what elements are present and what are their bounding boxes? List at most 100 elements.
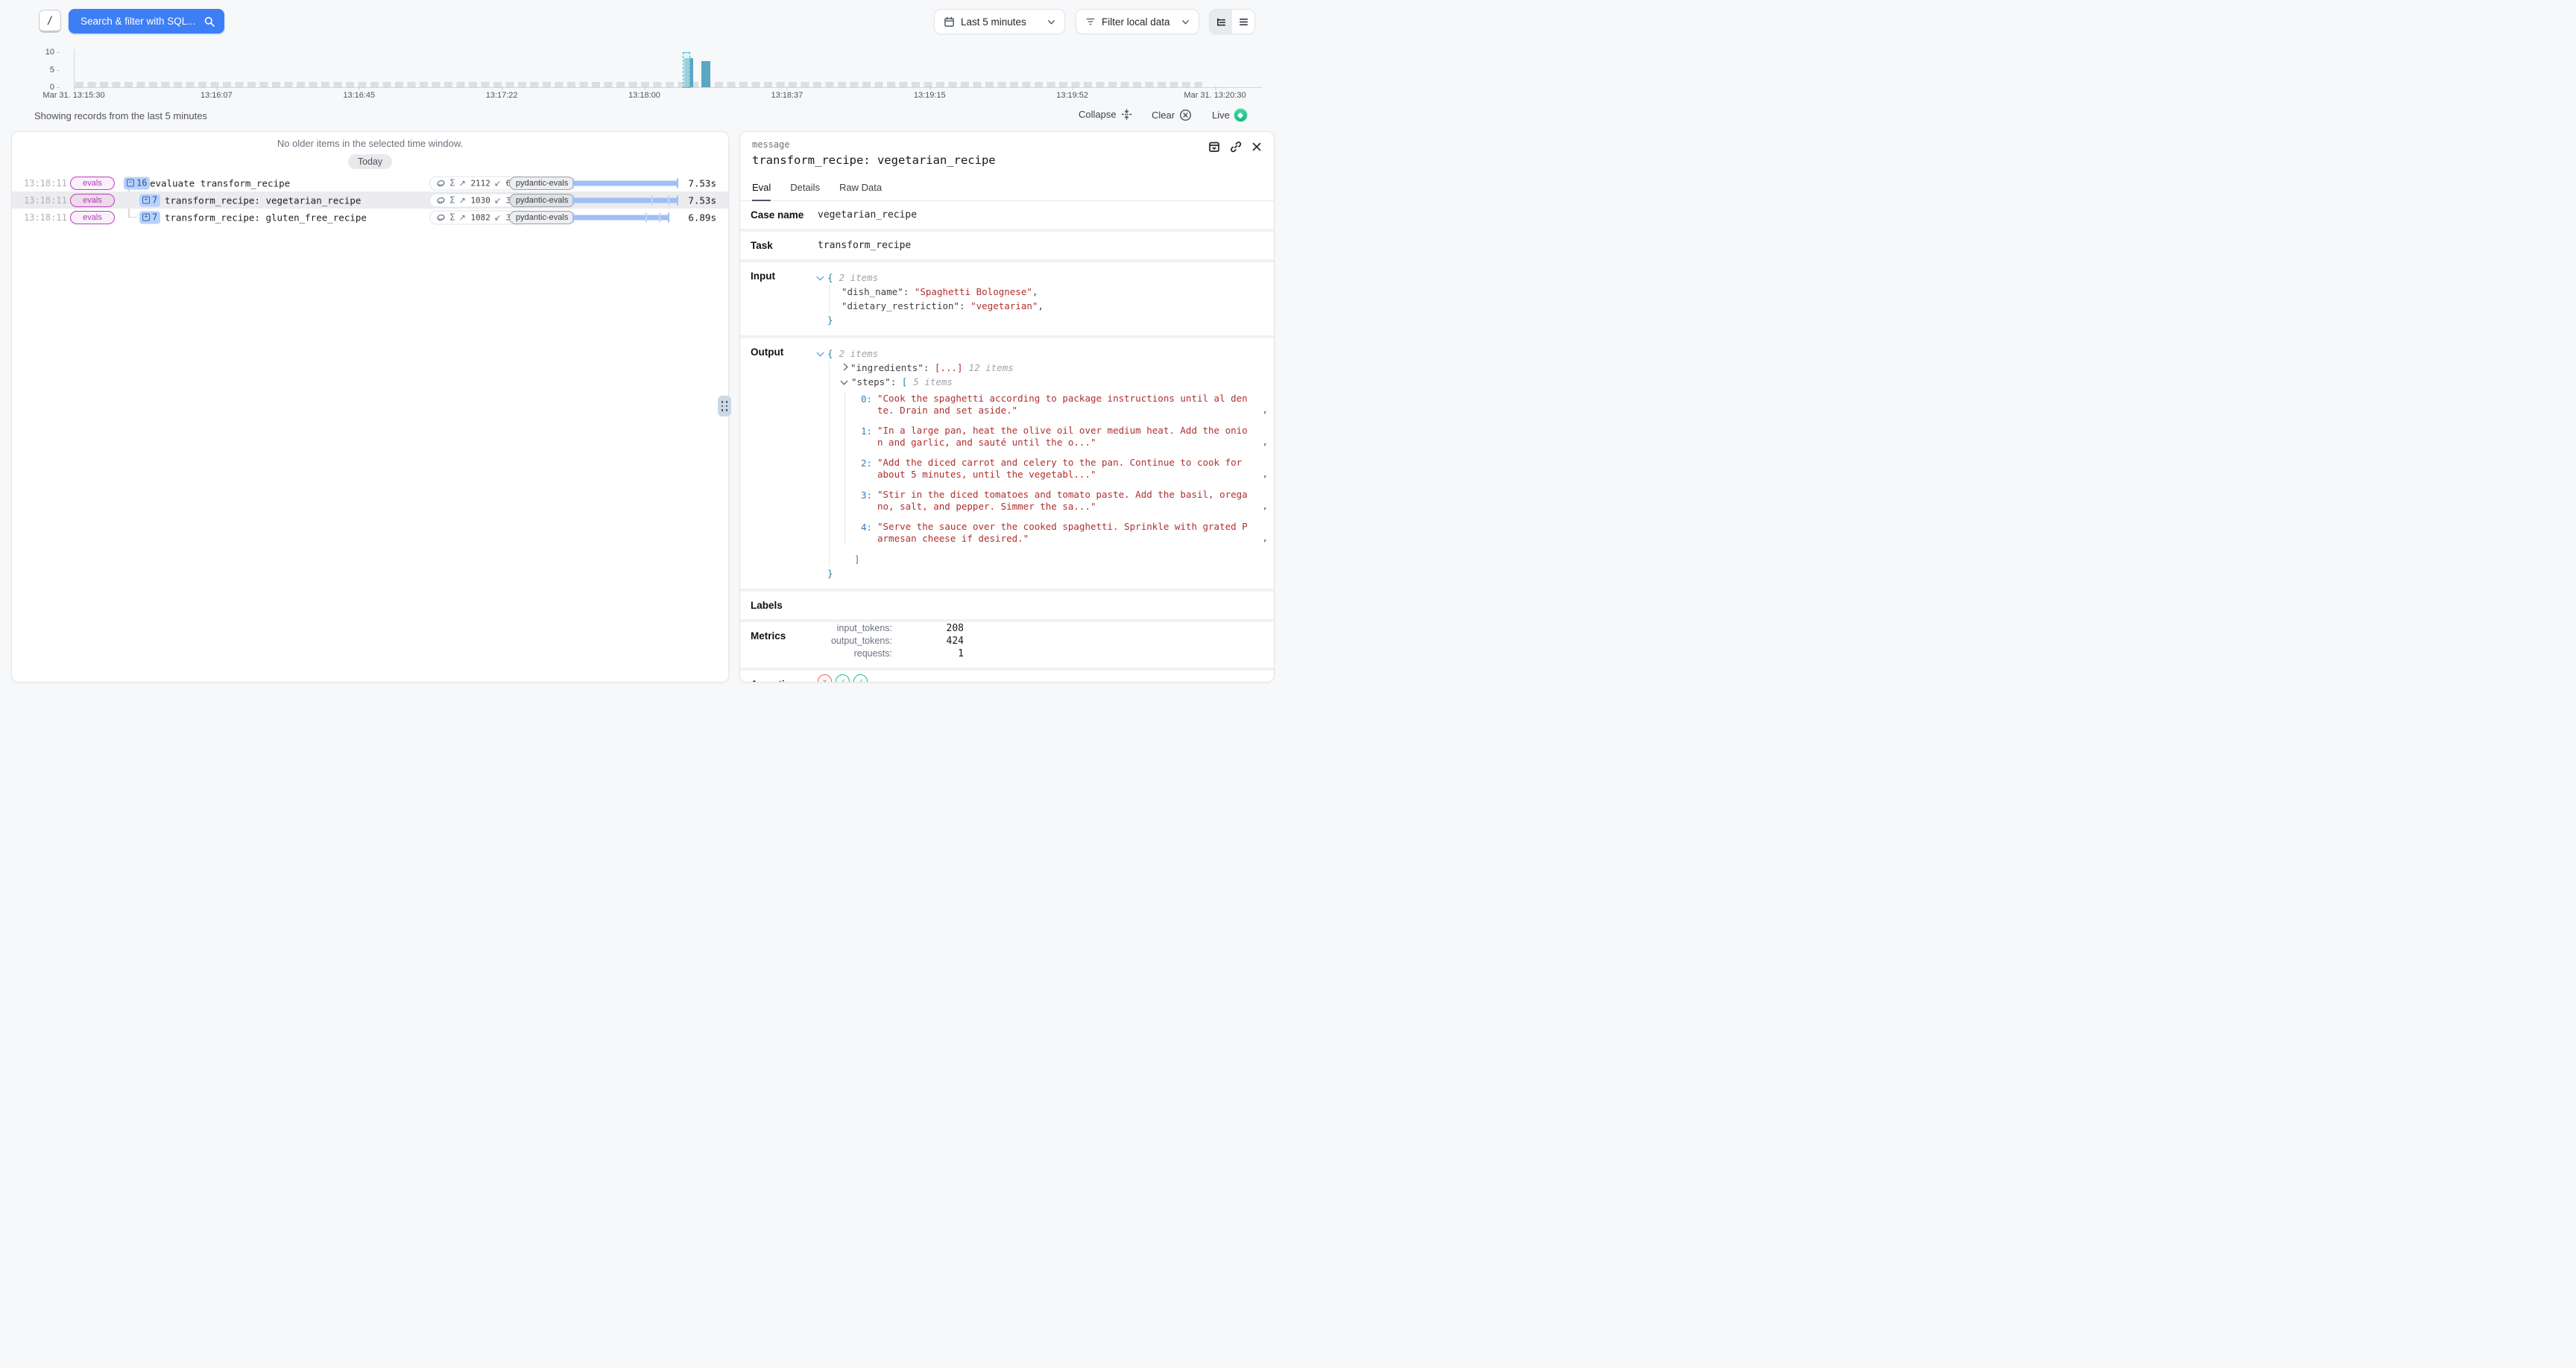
today-pill[interactable]: Today xyxy=(348,154,392,169)
duration-text: 7.53s xyxy=(688,194,716,206)
labels-row: Labels xyxy=(740,592,1274,622)
records-histogram: 10 5 0 Mar 31. 13:15:30 13:16:07 13:16:4… xyxy=(0,43,1288,103)
x-axis-line xyxy=(74,87,1262,88)
duration-bar xyxy=(572,197,678,203)
expand-count-pill[interactable]: + 7 xyxy=(139,194,160,206)
tab-eval[interactable]: Eval xyxy=(752,182,771,201)
collapse-chevron-icon[interactable] xyxy=(817,349,824,357)
step-item: 4Serve the sauce over the cooked spaghet… xyxy=(857,520,1268,545)
expand-chevron-icon[interactable] xyxy=(841,364,848,371)
copy-link-icon[interactable] xyxy=(1230,141,1242,153)
case-name-label: Case name xyxy=(740,201,818,229)
y-axis-line xyxy=(74,49,75,87)
timestamp: 13:18:11 xyxy=(24,195,67,206)
expand-count-pill[interactable]: + 7 xyxy=(139,211,160,224)
x-axis-label: 13:18:37 xyxy=(771,91,803,100)
filter-local-data-dropdown[interactable]: Filter local data xyxy=(1076,9,1199,34)
logfire-live-view: / Search & filter with SQL... Last 5 min… xyxy=(0,0,1288,684)
panel-resize-handle[interactable] xyxy=(718,396,731,417)
token-coin-icon xyxy=(436,212,446,222)
evals-tag[interactable]: evals xyxy=(70,211,115,224)
view-mode-toggle xyxy=(1209,9,1255,34)
sigma-icon: Σ xyxy=(449,178,455,189)
live-toggle[interactable]: Live xyxy=(1212,109,1247,121)
trace-list-panel: No older items in the selected time wind… xyxy=(11,131,729,683)
sigma-icon: Σ xyxy=(449,195,455,206)
output-label: Output xyxy=(740,338,818,589)
y-axis-tick: 5 xyxy=(7,66,60,75)
trace-rows: 13:18:11 evals − 16 evaluate transform_r… xyxy=(12,174,728,226)
tree-view-toggle[interactable] xyxy=(1210,10,1232,34)
time-range-label: Last 5 minutes xyxy=(961,16,1026,28)
timestamp: 13:18:11 xyxy=(24,212,67,223)
collapse-count-pill[interactable]: − 16 xyxy=(124,177,150,189)
labels-value xyxy=(818,592,1274,619)
output-row: Output {2 items ingredients[...]12 items… xyxy=(740,338,1274,592)
token-coin-icon xyxy=(436,178,446,188)
pydantic-evals-badge: pydantic-evals xyxy=(509,177,575,190)
step-item: 0Cook the spaghetti according to package… xyxy=(857,392,1268,417)
task-value: transform_recipe xyxy=(818,232,1274,259)
case-name-row: Case name vegetarian_recipe xyxy=(740,201,1274,232)
labels-label: Labels xyxy=(740,592,818,619)
x-axis-label: 13:16:45 xyxy=(343,91,375,100)
x-axis-label: Mar 31. 13:20:30 xyxy=(1184,91,1246,100)
x-axis-label: 13:19:15 xyxy=(914,91,946,100)
x-axis-label: 13:17:22 xyxy=(486,91,518,100)
json-entry-ingredients: ingredients[...]12 items xyxy=(842,361,1268,375)
span-title: transform_recipe: gluten_free_recipe xyxy=(165,212,367,223)
collapse-chevron-icon[interactable] xyxy=(817,273,824,281)
assertion-fail-icon[interactable]: × xyxy=(818,674,832,683)
tab-details[interactable]: Details xyxy=(790,182,820,200)
assertion-pass-icon[interactable]: ✓ xyxy=(853,674,868,683)
filter-icon xyxy=(1085,16,1096,27)
duration-text: 7.53s xyxy=(688,177,716,189)
search-input[interactable]: Search & filter with SQL... xyxy=(69,9,224,34)
trace-row[interactable]: 13:18:11 evals − 16 evaluate transform_r… xyxy=(12,174,728,191)
x-axis-label: 13:18:00 xyxy=(628,91,660,100)
clear-circle-x-icon xyxy=(1179,109,1192,121)
collapse-button[interactable]: Collapse xyxy=(1079,109,1132,120)
json-entry: dietary_restrictionvegetarian, xyxy=(842,299,1268,313)
trace-row-selected[interactable]: 13:18:11 evals + 7 transform_recipe: veg… xyxy=(12,191,728,209)
metrics-row: Metrics input_tokens:208 output_tokens:4… xyxy=(740,622,1274,671)
detail-title: transform_recipe: vegetarian_recipe xyxy=(752,153,1262,167)
collapse-chevron-icon[interactable] xyxy=(841,378,848,385)
detail-panel: message transform_recipe: vegetarian_rec… xyxy=(739,131,1275,683)
x-axis-label: 13:19:52 xyxy=(1056,91,1088,100)
step-item: 3Stir in the diced tomatoes and tomato p… xyxy=(857,488,1268,513)
evals-tag[interactable]: evals xyxy=(70,177,115,190)
clear-button[interactable]: Clear xyxy=(1152,109,1192,121)
json-entry: dish_nameSpaghetti Bolognese, xyxy=(842,285,1268,299)
histogram-bar[interactable] xyxy=(684,58,693,87)
evals-tag[interactable]: evals xyxy=(70,194,115,207)
x-axis-label: 13:16:07 xyxy=(201,91,233,100)
list-view-toggle[interactable] xyxy=(1232,10,1254,34)
plus-square-icon: + xyxy=(142,197,150,204)
dock-panel-icon[interactable] xyxy=(1208,141,1220,153)
search-icon xyxy=(203,16,215,28)
metrics-grid: input_tokens:208 output_tokens:424 reque… xyxy=(818,622,1274,668)
live-indicator-icon xyxy=(1234,109,1247,121)
detail-tabs: Eval Details Raw Data xyxy=(740,171,1274,201)
input-label: Input xyxy=(740,262,818,335)
record-kind: message xyxy=(752,139,1262,150)
assertion-pass-icon[interactable]: ✓ xyxy=(836,674,850,683)
input-json-tree: {2 items dish_nameSpaghetti Bolognese, d… xyxy=(818,262,1274,335)
search-placeholder: Search & filter with SQL... xyxy=(80,16,203,27)
time-range-dropdown[interactable]: Last 5 minutes xyxy=(934,9,1065,34)
pydantic-evals-badge: pydantic-evals xyxy=(509,194,575,207)
tab-raw-data[interactable]: Raw Data xyxy=(839,182,882,200)
histogram-bar[interactable] xyxy=(701,61,710,87)
case-name-value: vegetarian_recipe xyxy=(818,201,1274,229)
token-coin-icon xyxy=(436,195,446,205)
output-json-tree: {2 items ingredients[...]12 items steps[… xyxy=(818,338,1274,589)
metrics-label: Metrics xyxy=(740,622,818,668)
close-icon[interactable] xyxy=(1251,142,1262,152)
collapse-icon xyxy=(1121,109,1132,120)
trace-row[interactable]: 13:18:11 evals + 7 transform_recipe: glu… xyxy=(12,209,728,226)
chevron-down-icon xyxy=(1181,18,1190,26)
empty-buckets-strip xyxy=(75,82,1202,87)
duration-text: 6.89s xyxy=(688,212,716,223)
showing-records-text: Showing records from the last 5 minutes xyxy=(34,110,207,121)
